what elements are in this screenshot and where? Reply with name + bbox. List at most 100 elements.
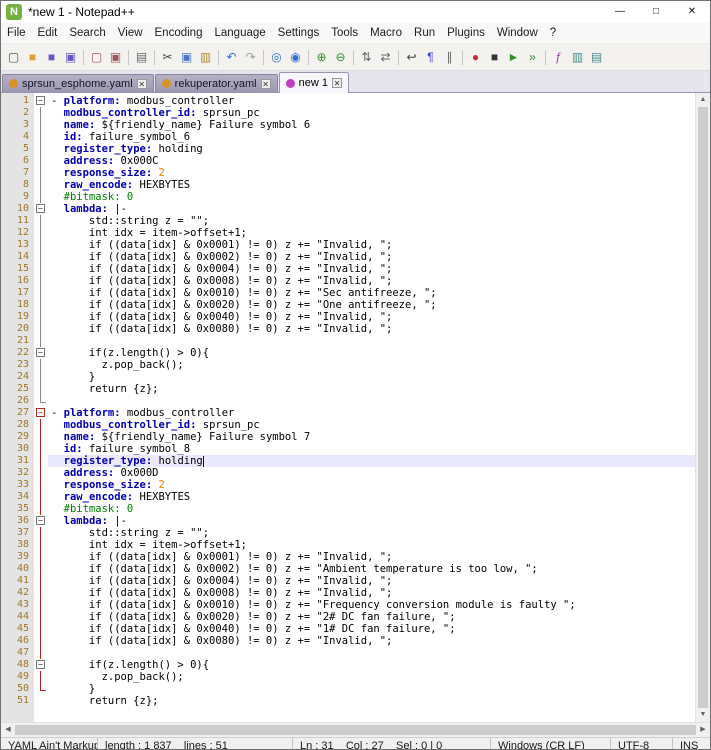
minimize-icon[interactable]: — bbox=[602, 1, 638, 23]
scroll-left-icon[interactable]: ◀ bbox=[1, 723, 15, 737]
line-number[interactable]: 4 bbox=[1, 131, 34, 143]
menu-edit[interactable]: Edit bbox=[32, 25, 64, 41]
code-text[interactable]: #bitmask: 0 bbox=[48, 191, 695, 203]
print-icon[interactable]: ▤ bbox=[132, 48, 151, 67]
line-number[interactable]: 51 bbox=[1, 695, 34, 707]
macro-record-icon[interactable]: ● bbox=[466, 48, 485, 67]
line-number[interactable]: 14 bbox=[1, 251, 34, 263]
line-number[interactable]: 2 bbox=[1, 107, 34, 119]
code-text[interactable]: modbus_controller_id: sprsun_pc bbox=[48, 107, 695, 119]
menu-macro[interactable]: Macro bbox=[364, 25, 408, 41]
tab-close-icon[interactable]: ✕ bbox=[260, 78, 271, 89]
fold-toggle-icon[interactable]: − bbox=[34, 659, 48, 671]
code-text[interactable]: return {z}; bbox=[48, 383, 695, 395]
menu-search[interactable]: Search bbox=[63, 25, 111, 41]
tab-close-icon[interactable]: ✕ bbox=[331, 78, 342, 88]
menu-view[interactable]: View bbox=[112, 25, 149, 41]
line-number[interactable]: 34 bbox=[1, 491, 34, 503]
line-number[interactable]: 50 bbox=[1, 683, 34, 695]
line-number[interactable]: 33 bbox=[1, 479, 34, 491]
line-number[interactable]: 22 bbox=[1, 347, 34, 359]
code-text[interactable]: modbus_controller_id: sprsun_pc bbox=[48, 419, 695, 431]
line-number[interactable]: 29 bbox=[1, 431, 34, 443]
line-number[interactable]: 42 bbox=[1, 587, 34, 599]
status-encoding[interactable]: UTF-8 bbox=[610, 738, 672, 749]
line-number[interactable]: 49 bbox=[1, 671, 34, 683]
code-text[interactable]: if ((data[idx] & 0x0080) != 0) z += "Inv… bbox=[48, 635, 695, 647]
line-number[interactable]: 1 bbox=[1, 95, 34, 107]
code-text[interactable]: address: 0x000C bbox=[48, 155, 695, 167]
save-icon[interactable]: ■ bbox=[42, 48, 61, 67]
code-text[interactable]: if ((data[idx] & 0x0010) != 0) z += "Fre… bbox=[48, 599, 695, 611]
line-number[interactable]: 28 bbox=[1, 419, 34, 431]
line-number[interactable]: 20 bbox=[1, 323, 34, 335]
line-number[interactable]: 41 bbox=[1, 575, 34, 587]
close-icon[interactable]: ▢ bbox=[87, 48, 106, 67]
line-number[interactable]: 18 bbox=[1, 299, 34, 311]
find-icon[interactable]: ◎ bbox=[267, 48, 286, 67]
code-text[interactable]: register_type: holding bbox=[48, 143, 695, 155]
line-number[interactable]: 24 bbox=[1, 371, 34, 383]
code-text[interactable]: response_size: 2 bbox=[48, 479, 695, 491]
horizontal-scrollbar[interactable]: ◀ ▶ bbox=[1, 722, 710, 737]
code-text[interactable]: if ((data[idx] & 0x0004) != 0) z += "Inv… bbox=[48, 263, 695, 275]
line-number[interactable]: 23 bbox=[1, 359, 34, 371]
code-text[interactable]: if(z.length() > 0){ bbox=[48, 347, 695, 359]
line-number[interactable]: 11 bbox=[1, 215, 34, 227]
scroll-up-icon[interactable]: ▲ bbox=[696, 93, 710, 107]
line-number[interactable]: 35 bbox=[1, 503, 34, 515]
undo-icon[interactable]: ↶ bbox=[222, 48, 241, 67]
code-text[interactable]: if ((data[idx] & 0x0020) != 0) z += "2# … bbox=[48, 611, 695, 623]
menu-file[interactable]: File bbox=[1, 25, 32, 41]
line-number[interactable]: 5 bbox=[1, 143, 34, 155]
code-text[interactable]: if ((data[idx] & 0x0002) != 0) z += "Inv… bbox=[48, 251, 695, 263]
line-number[interactable]: 45 bbox=[1, 623, 34, 635]
line-number[interactable]: 7 bbox=[1, 167, 34, 179]
code-text[interactable]: z.pop_back(); bbox=[48, 359, 695, 371]
document-list-icon[interactable]: ▤ bbox=[587, 48, 606, 67]
line-number[interactable]: 39 bbox=[1, 551, 34, 563]
menu-tools[interactable]: Tools bbox=[325, 25, 364, 41]
line-number[interactable]: 48 bbox=[1, 659, 34, 671]
code-text[interactable]: name: ${friendly_name} Failure symbol 7 bbox=[48, 431, 695, 443]
code-text[interactable]: lambda: |- bbox=[48, 203, 695, 215]
code-text[interactable]: if ((data[idx] & 0x0040) != 0) z += "1# … bbox=[48, 623, 695, 635]
code-text[interactable] bbox=[48, 395, 695, 407]
macro-run-multiple-icon[interactable]: » bbox=[523, 48, 542, 67]
macro-play-icon[interactable]: ► bbox=[504, 48, 523, 67]
tab-sprsun-esphome-yaml[interactable]: sprsun_esphome.yaml ✕ bbox=[2, 74, 154, 92]
zoom-out-icon[interactable]: ⊖ bbox=[331, 48, 350, 67]
code-text[interactable] bbox=[48, 647, 695, 659]
menu-window[interactable]: Window bbox=[491, 25, 544, 41]
code-text[interactable]: id: failure_symbol_8 bbox=[48, 443, 695, 455]
indent-guide-icon[interactable]: ∥ bbox=[440, 48, 459, 67]
line-number[interactable]: 47 bbox=[1, 647, 34, 659]
code-text[interactable]: response_size: 2 bbox=[48, 167, 695, 179]
code-text[interactable]: raw_encode: HEXBYTES bbox=[48, 491, 695, 503]
code-text[interactable]: raw_encode: HEXBYTES bbox=[48, 179, 695, 191]
code-text[interactable]: if(z.length() > 0){ bbox=[48, 659, 695, 671]
line-number[interactable]: 43 bbox=[1, 599, 34, 611]
code-text[interactable]: id: failure_symbol_6 bbox=[48, 131, 695, 143]
save-all-icon[interactable]: ▣ bbox=[61, 48, 80, 67]
code-text[interactable]: int idx = item->offset+1; bbox=[48, 539, 695, 551]
editor[interactable]: 1− - platform: modbus_controller 2 modbus_… bbox=[1, 93, 695, 722]
cut-icon[interactable]: ✂ bbox=[158, 48, 177, 67]
show-all-chars-icon[interactable]: ¶ bbox=[421, 48, 440, 67]
code-text[interactable]: address: 0x000D bbox=[48, 467, 695, 479]
status-insert-mode[interactable]: INS bbox=[672, 738, 710, 749]
line-number[interactable]: 32 bbox=[1, 467, 34, 479]
fold-toggle-icon[interactable]: − bbox=[34, 95, 48, 107]
menu-encoding[interactable]: Encoding bbox=[149, 25, 209, 41]
code-text[interactable]: - platform: modbus_controller bbox=[48, 95, 695, 107]
copy-icon[interactable]: ▣ bbox=[177, 48, 196, 67]
line-number[interactable]: 3 bbox=[1, 119, 34, 131]
code-text[interactable]: if ((data[idx] & 0x0004) != 0) z += "Inv… bbox=[48, 575, 695, 587]
macro-stop-icon[interactable]: ■ bbox=[485, 48, 504, 67]
zoom-in-icon[interactable]: ⊕ bbox=[312, 48, 331, 67]
sync-vertical-icon[interactable]: ⇅ bbox=[357, 48, 376, 67]
line-number[interactable]: 10 bbox=[1, 203, 34, 215]
line-number[interactable]: 16 bbox=[1, 275, 34, 287]
menu-run[interactable]: Run bbox=[408, 25, 441, 41]
code-text[interactable]: lambda: |- bbox=[48, 515, 695, 527]
